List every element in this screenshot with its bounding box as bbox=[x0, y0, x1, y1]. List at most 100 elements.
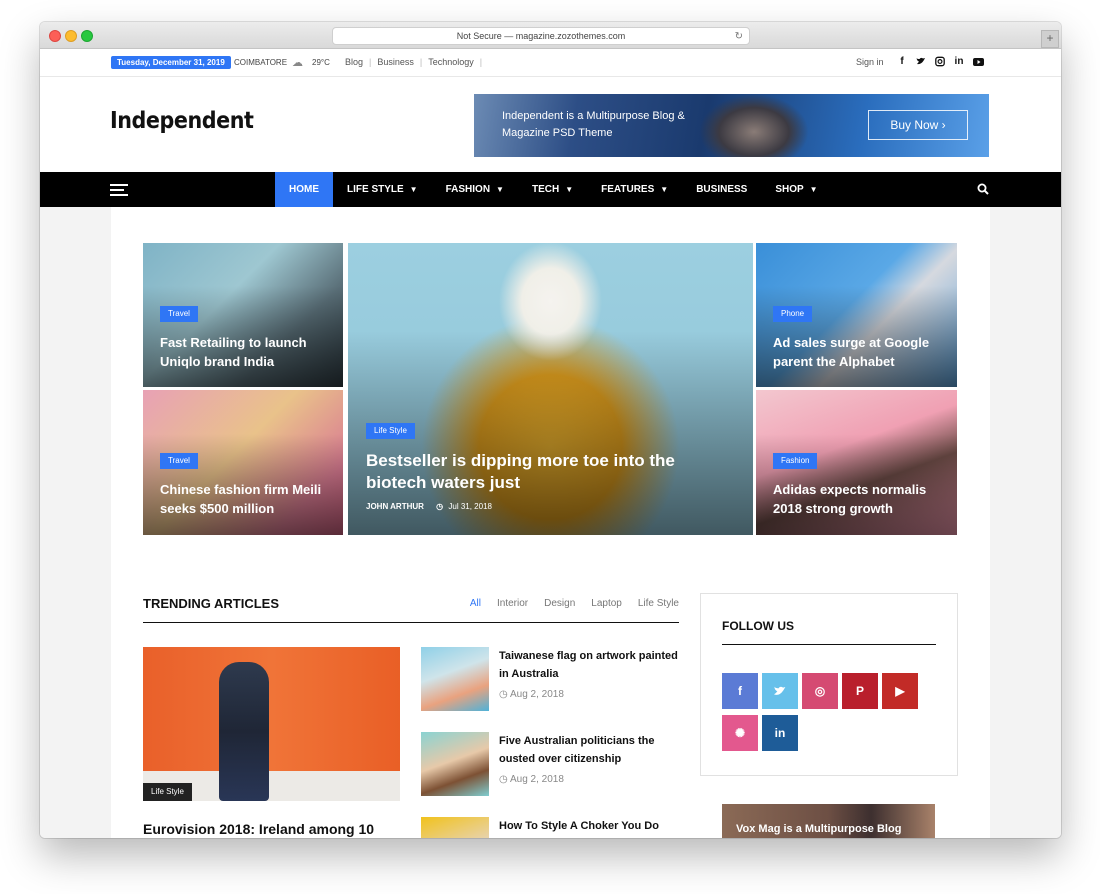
category-tag[interactable]: Phone bbox=[773, 306, 813, 322]
hero-tile[interactable]: Fashion Adidas expects normalis 2018 str… bbox=[756, 390, 957, 535]
feature-article-image[interactable] bbox=[143, 647, 400, 801]
banner-text: Independent is a Multipurpose Blog & Mag… bbox=[502, 110, 685, 139]
category-tag[interactable]: Fashion bbox=[773, 453, 818, 469]
clock-icon: ◷ bbox=[499, 689, 508, 700]
clock-icon: ◷ bbox=[436, 502, 444, 511]
linkedin-icon[interactable]: in bbox=[954, 55, 964, 68]
hero-main-tile[interactable]: Life Style Bestseller is dipping more to… bbox=[348, 243, 753, 535]
promo-text: Vox Mag is a Multipurpose Blog bbox=[736, 823, 902, 835]
author-name[interactable]: JOHN ARTHUR bbox=[366, 502, 424, 511]
linkedin-icon[interactable]: in bbox=[762, 715, 798, 751]
article-title[interactable]: Five Australian politicians the ousted o… bbox=[499, 732, 681, 768]
hero-tile-title[interactable]: Fast Retailing to launch Uniqlo brand In… bbox=[160, 333, 335, 371]
youtube-icon[interactable]: ▶ bbox=[882, 673, 918, 709]
top-info-bar: Tuesday, December 31, 2019 COIMBATORE ☁ … bbox=[40, 49, 1061, 77]
hero-tile-title[interactable]: Ad sales surge at Google parent the Alph… bbox=[773, 333, 948, 371]
nav-item-fashion[interactable]: FASHION ▼ bbox=[432, 172, 518, 207]
dribbble-icon[interactable]: ✺ bbox=[722, 715, 758, 751]
filter-interior[interactable]: Interior bbox=[497, 598, 528, 609]
browser-titlebar: Not Secure — magazine.zozothemes.com ↻ + bbox=[40, 22, 1061, 49]
chevron-down-icon: ▼ bbox=[409, 185, 418, 194]
browser-window: Not Secure — magazine.zozothemes.com ↻ +… bbox=[40, 22, 1061, 838]
new-tab-button[interactable]: + bbox=[1041, 30, 1059, 48]
youtube-icon[interactable] bbox=[973, 55, 984, 68]
url-text: Not Secure — magazine.zozothemes.com bbox=[456, 31, 626, 41]
hero-tile-title[interactable]: Adidas expects normalis 2018 strong grow… bbox=[773, 480, 953, 518]
close-window-button[interactable] bbox=[49, 30, 61, 42]
top-social-links: f in bbox=[897, 55, 984, 68]
top-link-technology[interactable]: Technology bbox=[428, 57, 474, 67]
signin-link[interactable]: Sign in bbox=[856, 57, 884, 67]
buy-now-button[interactable]: Buy Now › bbox=[868, 110, 968, 140]
filter-all[interactable]: All bbox=[470, 598, 481, 609]
pinterest-icon[interactable]: P bbox=[842, 673, 878, 709]
maximize-window-button[interactable] bbox=[81, 30, 93, 42]
trending-header: TRENDING ARTICLES All Interior Design La… bbox=[143, 593, 679, 623]
category-tag[interactable]: Travel bbox=[160, 306, 198, 322]
filter-design[interactable]: Design bbox=[544, 598, 575, 609]
filter-life-style[interactable]: Life Style bbox=[638, 598, 679, 609]
page-content: Travel Fast Retailing to launch Uniqlo b… bbox=[40, 207, 1061, 838]
hero-tile[interactable]: Phone Ad sales surge at Google parent th… bbox=[756, 243, 957, 387]
hero-tile-title[interactable]: Chinese fashion firm Meili seeks $500 mi… bbox=[160, 480, 335, 518]
clock-icon: ◷ bbox=[499, 774, 508, 785]
twitter-icon[interactable] bbox=[762, 673, 798, 709]
weather-icon: ☁ bbox=[292, 57, 303, 69]
nav-item-features[interactable]: FEATURES ▼ bbox=[587, 172, 682, 207]
article-date: ◷ Aug 2, 2018 bbox=[499, 689, 564, 700]
hero-meta: JOHN ARTHUR ◷ Jul 31, 2018 bbox=[366, 502, 492, 511]
temperature: 29°C bbox=[312, 58, 330, 67]
menu-icon[interactable] bbox=[110, 184, 128, 196]
nav-item-tech[interactable]: TECH ▼ bbox=[518, 172, 587, 207]
date-badge: Tuesday, December 31, 2019 bbox=[111, 56, 231, 69]
hero-tile[interactable]: Travel Fast Retailing to launch Uniqlo b… bbox=[143, 243, 343, 387]
hero-tile[interactable]: Travel Chinese fashion firm Meili seeks … bbox=[143, 390, 343, 535]
category-tag[interactable]: Life Style bbox=[143, 783, 192, 801]
address-bar[interactable]: Not Secure — magazine.zozothemes.com ↻ bbox=[332, 27, 750, 45]
top-link-blog[interactable]: Blog bbox=[345, 57, 363, 67]
chevron-down-icon: ▼ bbox=[809, 185, 818, 194]
nav-menu: HOME LIFE STYLE ▼ FASHION ▼ TECH ▼ FEATURES… bbox=[275, 172, 832, 207]
facebook-icon[interactable]: f bbox=[722, 673, 758, 709]
article-thumbnail[interactable] bbox=[421, 817, 489, 838]
category-tag[interactable]: Travel bbox=[160, 453, 198, 469]
nav-item-shop[interactable]: SHOP ▼ bbox=[761, 172, 831, 207]
article-thumbnail[interactable] bbox=[421, 732, 489, 796]
instagram-icon[interactable]: ◎ bbox=[802, 673, 838, 709]
follow-us-widget: FOLLOW US f ◎ P ▶ ✺ in bbox=[700, 593, 958, 776]
feature-article-title[interactable]: Eurovision 2018: Ireland among 10 bbox=[143, 821, 400, 837]
search-icon[interactable] bbox=[977, 183, 989, 195]
nav-item-home[interactable]: HOME bbox=[275, 172, 333, 207]
trending-title: TRENDING ARTICLES bbox=[143, 596, 280, 611]
chevron-down-icon: ▼ bbox=[496, 185, 504, 194]
hero-main-title[interactable]: Bestseller is dipping more toe into the … bbox=[366, 450, 726, 494]
banner-image bbox=[699, 94, 809, 157]
site-logo[interactable]: Independent bbox=[110, 108, 254, 134]
minimize-window-button[interactable] bbox=[65, 30, 77, 42]
promo-banner[interactable]: Vox Mag is a Multipurpose Blog bbox=[722, 804, 935, 838]
city-label: COIMBATORE bbox=[234, 58, 288, 67]
instagram-icon[interactable] bbox=[935, 55, 945, 68]
chevron-down-icon: ▼ bbox=[660, 185, 669, 194]
reload-icon[interactable]: ↻ bbox=[735, 28, 743, 45]
top-links: Blog | Business | Technology | bbox=[345, 57, 483, 67]
article-title[interactable]: How To Style A Choker You Do bbox=[499, 817, 681, 835]
content-container: Travel Fast Retailing to launch Uniqlo b… bbox=[111, 207, 990, 838]
top-link-business[interactable]: Business bbox=[377, 57, 414, 67]
follow-title: FOLLOW US bbox=[722, 619, 794, 633]
trending-filters: All Interior Design Laptop Life Style bbox=[470, 598, 679, 609]
article-date: ◷ Aug 2, 2018 bbox=[499, 774, 564, 785]
chevron-down-icon: ▼ bbox=[565, 185, 574, 194]
nav-item-life-style[interactable]: LIFE STYLE ▼ bbox=[333, 172, 432, 207]
article-title[interactable]: Taiwanese flag on artwork painted in Aus… bbox=[499, 647, 681, 683]
filter-laptop[interactable]: Laptop bbox=[591, 598, 622, 609]
post-date: Jul 31, 2018 bbox=[448, 502, 492, 511]
nav-item-business[interactable]: BUSINESS bbox=[682, 172, 761, 207]
ad-banner[interactable]: Independent is a Multipurpose Blog & Mag… bbox=[474, 94, 989, 157]
category-tag[interactable]: Life Style bbox=[366, 423, 415, 439]
site-header: Independent Independent is a Multipurpos… bbox=[40, 78, 1061, 172]
twitter-icon[interactable] bbox=[916, 55, 926, 68]
article-thumbnail[interactable] bbox=[421, 647, 489, 711]
facebook-icon[interactable]: f bbox=[897, 55, 907, 68]
main-navigation: HOME LIFE STYLE ▼ FASHION ▼ TECH ▼ FEATURES… bbox=[40, 172, 1061, 207]
